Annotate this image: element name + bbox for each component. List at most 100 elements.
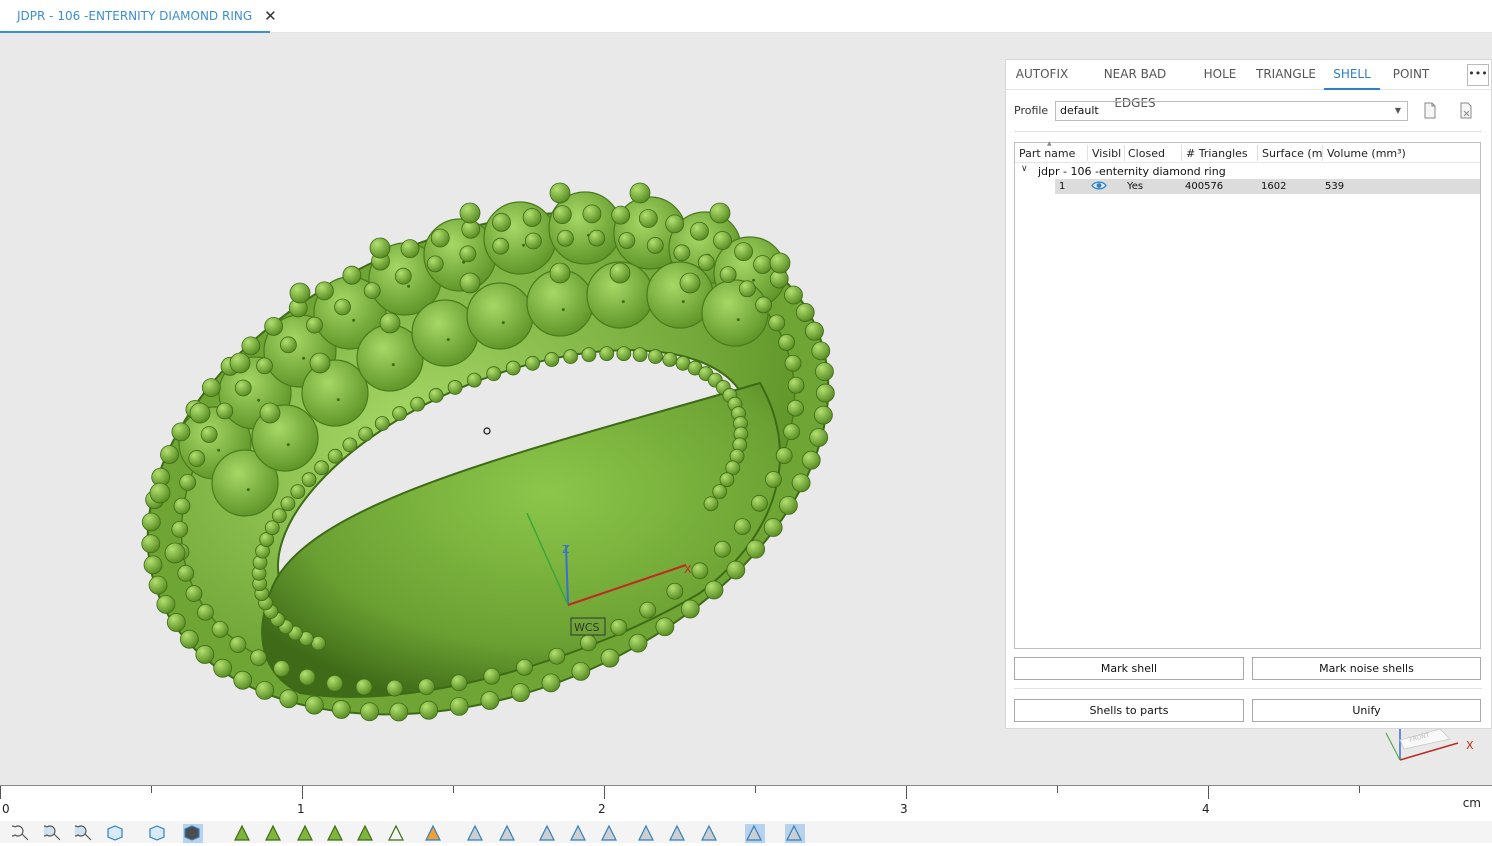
profile-select[interactable]: default ▼: [1055, 101, 1408, 121]
shaded-view-icon[interactable]: [183, 824, 203, 843]
bead-prong: [430, 228, 450, 248]
curve-view-icon[interactable]: [296, 824, 316, 843]
triangle-view-icon[interactable]: [233, 824, 253, 843]
wcs-label: WCS: [574, 621, 600, 634]
shells-to-parts-button[interactable]: Shells to parts: [1014, 699, 1244, 722]
bead-prong: [522, 208, 542, 227]
bead-prong: [544, 352, 560, 367]
gem-tip: [522, 243, 526, 247]
bead-prong: [787, 376, 805, 394]
bead-prong: [264, 520, 280, 536]
bead-prong: [164, 542, 186, 564]
close-tab-icon[interactable]: ✕: [264, 7, 277, 25]
profile-value: default: [1060, 104, 1099, 117]
section-view-icon[interactable]: [326, 824, 346, 843]
tab-point[interactable]: POINT: [1388, 60, 1434, 90]
bead-prong: [428, 388, 444, 403]
mesh-e-icon[interactable]: [700, 824, 720, 843]
col-visible[interactable]: Visibl: [1092, 147, 1123, 160]
bead-prong: [549, 262, 571, 284]
col-part-name[interactable]: Part name: [1019, 147, 1085, 160]
bead-prong: [216, 402, 234, 420]
bead-prong: [763, 518, 783, 537]
mesh-f-icon[interactable]: [745, 824, 765, 843]
col-volume[interactable]: Volume (mm³): [1327, 147, 1427, 160]
ruler-label: 4: [1202, 802, 1210, 816]
col-surface[interactable]: Surface (mr: [1262, 147, 1322, 160]
save-profile-icon[interactable]: [1458, 101, 1474, 120]
more-options-button[interactable]: •••: [1467, 64, 1489, 86]
wireframe-view-icon[interactable]: [387, 824, 407, 843]
bead-prong: [697, 254, 715, 271]
bead-prong: [213, 658, 233, 678]
mesh-icon[interactable]: [466, 824, 486, 843]
col-closed[interactable]: Closed: [1128, 147, 1178, 160]
tab-autofix[interactable]: AUTOFIX: [1010, 60, 1074, 90]
tab-triangle[interactable]: TRIANGLE: [1253, 60, 1319, 90]
zoom-icon[interactable]: [6, 824, 32, 843]
mesh-c-icon[interactable]: [637, 824, 657, 843]
sphere-view-icon[interactable]: [356, 824, 376, 843]
bead-prong: [160, 445, 179, 464]
triangles-value: 400576: [1185, 181, 1224, 192]
z-axis-label: Z: [562, 543, 570, 556]
tab-near-bad-edges[interactable]: NEAR BAD EDGES: [1084, 60, 1186, 110]
bead-prong: [783, 423, 801, 441]
mesh-delete-icon[interactable]: [538, 824, 558, 843]
bead-prong: [815, 383, 835, 403]
view-triad[interactable]: FRONT X: [1380, 725, 1480, 765]
bead-prong: [304, 695, 324, 715]
mesh-d-icon[interactable]: [668, 824, 688, 843]
mesh-a-icon[interactable]: [569, 824, 589, 843]
unify-button[interactable]: Unify: [1252, 699, 1481, 722]
bead-prong: [795, 303, 815, 322]
dropdown-arrow-icon: ▼: [1394, 106, 1401, 115]
mark-noise-shells-button[interactable]: Mark noise shells: [1252, 657, 1481, 680]
mark-shell-button[interactable]: Mark shell: [1014, 657, 1244, 680]
bead-prong: [188, 450, 206, 467]
bead-prong: [331, 700, 351, 719]
bead-prong: [259, 402, 281, 424]
gem-tip: [752, 278, 756, 282]
bead-prong: [719, 266, 737, 284]
bead-prong: [200, 426, 218, 443]
bead-prong: [314, 281, 334, 301]
bead-prong: [679, 272, 701, 294]
table-row[interactable]: 1 Yes 400576 1602 539: [1055, 179, 1480, 194]
gem-setting: [701, 279, 769, 347]
bead-prong: [279, 336, 297, 354]
bead-prong: [524, 232, 542, 250]
bead-prong: [505, 360, 521, 376]
x-axis-label: X: [684, 563, 692, 576]
part-group-row[interactable]: ∨ jdpr - 106 -enternity diamond ring: [1015, 164, 1480, 179]
bead-prong: [525, 355, 540, 371]
mesh-g-icon[interactable]: [785, 824, 805, 843]
bead-prong: [166, 613, 186, 632]
column-divider: [1181, 145, 1182, 161]
view-cube-icon[interactable]: [106, 824, 126, 843]
eye-icon[interactable]: [1091, 180, 1107, 194]
tab-shell[interactable]: SHELL: [1324, 60, 1380, 90]
zoom-selection-icon[interactable]: [69, 824, 95, 843]
view-box-icon[interactable]: [148, 824, 168, 843]
surface-view-icon[interactable]: [264, 824, 284, 843]
bead-prong: [579, 634, 597, 652]
load-profile-icon[interactable]: [1422, 101, 1438, 120]
color-box-icon[interactable]: [424, 824, 444, 843]
bead-prong: [673, 244, 691, 262]
mesh-transform-icon[interactable]: [498, 824, 518, 843]
divider: [1014, 688, 1482, 689]
bead-prong: [250, 649, 267, 667]
mesh-b-icon[interactable]: [600, 824, 620, 843]
tab-hole[interactable]: HOLE: [1198, 60, 1242, 90]
bead-prong: [363, 282, 381, 300]
document-tab[interactable]: JDPR - 106 -ENTERNITY DIAMOND RING ✕: [0, 0, 277, 33]
bead-prong: [306, 316, 323, 334]
zoom-fit-icon[interactable]: [38, 824, 64, 843]
col-triangles[interactable]: # Triangles: [1186, 147, 1256, 160]
bead-prong: [666, 582, 684, 600]
collapse-chevron-icon[interactable]: ∨: [1021, 164, 1028, 174]
bead-prong: [784, 285, 803, 305]
bead-prong: [301, 472, 317, 488]
bead-prong: [264, 316, 284, 336]
